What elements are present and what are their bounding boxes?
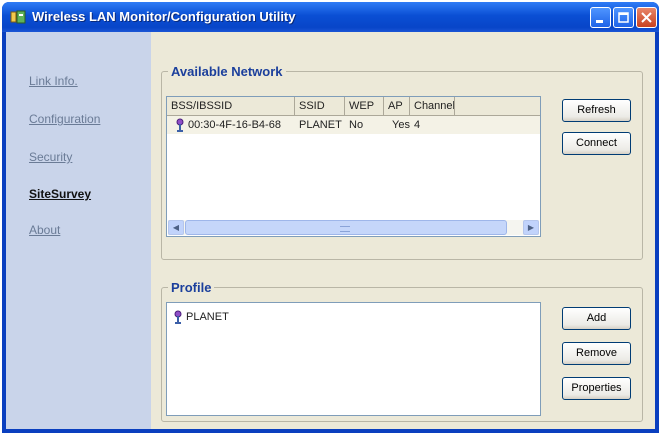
- network-row[interactable]: 00:30-4F-16-B4-68 PLANET No Yes 4: [167, 116, 540, 134]
- column-header-wep[interactable]: WEP: [345, 97, 384, 115]
- close-icon: [641, 12, 652, 23]
- scroll-left-button[interactable]: ◀: [168, 220, 184, 235]
- remove-profile-button[interactable]: Remove: [562, 342, 631, 365]
- app-icon: [10, 9, 26, 25]
- sidebar-item-link-info[interactable]: Link Info.: [29, 74, 78, 88]
- refresh-button[interactable]: Refresh: [562, 99, 631, 122]
- sidebar: Link Info. Configuration Security SiteSu…: [6, 32, 151, 429]
- profile-properties-button[interactable]: Properties: [562, 377, 631, 400]
- scrollbar-grip-icon: [340, 226, 350, 232]
- profile-title: Profile: [171, 280, 212, 295]
- connect-button[interactable]: Connect: [562, 132, 631, 155]
- site-survey-panel: Available Network BSS/IBSSID SSID WEP AP…: [151, 32, 655, 429]
- maximize-icon: [618, 12, 629, 23]
- sidebar-item-configuration[interactable]: Configuration: [29, 112, 100, 126]
- minimize-icon: [596, 20, 603, 23]
- app-window: Wireless LAN Monitor/Configuration Utili…: [2, 2, 659, 433]
- network-channel: 4: [414, 119, 421, 131]
- sidebar-item-sitesurvey[interactable]: SiteSurvey: [29, 187, 91, 201]
- network-ssid: PLANET: [299, 119, 342, 131]
- scroll-right-button[interactable]: ▶: [523, 220, 539, 235]
- network-bssid: 00:30-4F-16-B4-68: [188, 119, 281, 131]
- column-header-channel[interactable]: Channel: [410, 97, 455, 115]
- profile-item[interactable]: PLANET: [173, 309, 229, 325]
- wireless-network-icon: [173, 310, 183, 325]
- network-wep: No: [349, 119, 364, 131]
- available-network-title: Available Network: [171, 64, 283, 79]
- window-client-area: Link Info. Configuration Security SiteSu…: [6, 32, 655, 429]
- list-header: BSS/IBSSID SSID WEP AP Channel: [167, 97, 540, 116]
- wireless-network-icon: [175, 118, 185, 133]
- close-button[interactable]: [636, 7, 657, 28]
- scroll-left-icon: ◀: [172, 223, 180, 232]
- scroll-right-icon: ▶: [527, 223, 535, 232]
- sidebar-item-security[interactable]: Security: [29, 150, 72, 164]
- network-ap: Yes: [392, 119, 410, 131]
- window-title: Wireless LAN Monitor/Configuration Utili…: [32, 9, 296, 24]
- profile-list[interactable]: PLANET: [166, 302, 541, 416]
- column-header-ssid[interactable]: SSID: [295, 97, 345, 115]
- horizontal-scrollbar[interactable]: ◀ ▶: [168, 220, 539, 235]
- column-header-bssid[interactable]: BSS/IBSSID: [167, 97, 295, 115]
- add-profile-button[interactable]: Add: [562, 307, 631, 330]
- sidebar-item-about[interactable]: About: [29, 223, 60, 237]
- column-header-ap[interactable]: AP: [384, 97, 410, 115]
- maximize-button[interactable]: [613, 7, 634, 28]
- profile-name: PLANET: [186, 311, 229, 323]
- available-network-list[interactable]: BSS/IBSSID SSID WEP AP Channel 00:30-4F-…: [166, 96, 541, 237]
- title-bar[interactable]: Wireless LAN Monitor/Configuration Utili…: [2, 2, 659, 32]
- network-bssid-cell: 00:30-4F-16-B4-68: [175, 116, 281, 134]
- minimize-button[interactable]: [590, 7, 611, 28]
- scrollbar-thumb[interactable]: [185, 220, 507, 235]
